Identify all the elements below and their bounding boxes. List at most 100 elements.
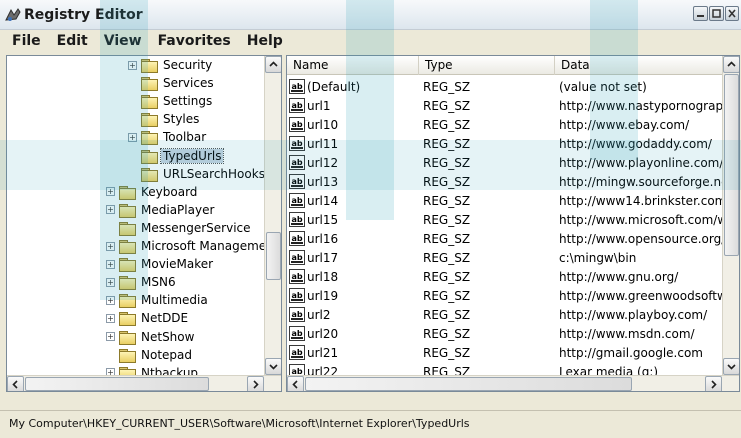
tree-item[interactable]: Services bbox=[128, 74, 216, 92]
folder-icon bbox=[119, 294, 136, 309]
expand-icon[interactable]: + bbox=[106, 332, 115, 341]
scroll-down-button[interactable] bbox=[265, 358, 281, 375]
value-row[interactable]: ab url11 REG_SZ http://www.godaddy.com/ bbox=[287, 134, 722, 153]
tree-item[interactable]: + MSN6 bbox=[106, 273, 178, 291]
scroll-right-button[interactable] bbox=[705, 376, 722, 391]
expand-icon[interactable]: + bbox=[106, 295, 115, 305]
tree-horizontal-scrollbar[interactable] bbox=[7, 375, 281, 391]
tree-item[interactable]: Settings bbox=[128, 92, 214, 110]
value-name: url11 bbox=[307, 136, 339, 151]
chevron-down-icon bbox=[727, 364, 736, 370]
string-value-icon: ab bbox=[289, 174, 305, 189]
folder-icon bbox=[119, 330, 136, 345]
menu-edit[interactable]: Edit bbox=[49, 33, 96, 49]
expand-icon[interactable]: + bbox=[106, 187, 115, 197]
value-data: http://www.playonline.com/ bbox=[559, 155, 722, 170]
folder-icon bbox=[141, 167, 158, 182]
folder-icon bbox=[119, 203, 136, 218]
value-row[interactable]: ab url20 REG_SZ http://www.msdn.com/ bbox=[287, 324, 722, 343]
value-row[interactable]: ab url2 REG_SZ http://www.playboy.com/ bbox=[287, 305, 722, 324]
scroll-left-button[interactable] bbox=[287, 376, 304, 391]
column-header-data[interactable]: Data bbox=[555, 56, 724, 75]
scroll-down-button[interactable] bbox=[723, 358, 739, 375]
value-name: url21 bbox=[307, 345, 339, 360]
menu-view[interactable]: View bbox=[96, 33, 150, 49]
value-row[interactable]: aburl15REG_SZhttp://www.microsoft.com/wi… bbox=[287, 210, 722, 229]
tree-item[interactable]: MessengerService bbox=[106, 219, 253, 237]
minimize-icon bbox=[697, 15, 704, 17]
tree-item[interactable]: + MovieMaker bbox=[106, 255, 215, 273]
tree-item[interactable]: + Toolbar bbox=[128, 128, 208, 146]
expand-icon[interactable]: + bbox=[106, 205, 115, 215]
list-horizontal-scrollbar[interactable] bbox=[287, 375, 739, 391]
scroll-thumb[interactable] bbox=[724, 74, 739, 256]
minimize-button[interactable] bbox=[693, 6, 708, 21]
list-vertical-scrollbar[interactable] bbox=[722, 56, 739, 375]
value-row[interactable]: ab url14 REG_SZ http://www14.brinkster.com/… bbox=[287, 191, 722, 210]
string-value-icon: ab bbox=[289, 231, 305, 246]
chevron-down-icon bbox=[269, 364, 278, 370]
close-button[interactable] bbox=[725, 6, 739, 21]
value-row[interactable]: aburl1REG_SZhttp://www.nastypornography.… bbox=[287, 96, 722, 115]
value-type: REG_SZ bbox=[423, 174, 471, 189]
scroll-left-button[interactable] bbox=[7, 376, 24, 391]
tree-item[interactable]: + NetShow bbox=[106, 328, 196, 346]
scroll-up-button[interactable] bbox=[723, 56, 739, 73]
expand-icon[interactable]: + bbox=[106, 241, 115, 251]
tree-item[interactable]: Styles bbox=[128, 110, 201, 128]
menu-help[interactable]: Help bbox=[239, 33, 291, 49]
tree-item[interactable]: TypedUrls bbox=[128, 147, 225, 165]
column-header-type[interactable]: Type bbox=[419, 56, 555, 75]
tree-item[interactable]: URLSearchHooks bbox=[128, 165, 267, 183]
value-row[interactable]: aburl16REG_SZhttp://www.opensource.org/l… bbox=[287, 229, 722, 248]
scroll-thumb[interactable] bbox=[266, 232, 281, 280]
value-name: url10 bbox=[307, 117, 339, 132]
menu-favorites[interactable]: Favorites bbox=[150, 33, 239, 49]
expand-icon[interactable]: + bbox=[128, 60, 137, 70]
value-row[interactable]: ab url17 REG_SZ c:\mingw\bin bbox=[287, 248, 722, 267]
expand-icon[interactable]: + bbox=[128, 132, 137, 142]
value-name-cell: ab url19 bbox=[287, 288, 423, 303]
value-row[interactable]: ab url13 REG_SZ http://mingw.sourceforge.ne… bbox=[287, 172, 722, 191]
value-row[interactable]: ab url10 REG_SZ http://www.ebay.com/ bbox=[287, 115, 722, 134]
folder-icon bbox=[141, 95, 158, 110]
registry-editor-icon bbox=[5, 8, 21, 21]
tree-item[interactable]: + Keyboard bbox=[106, 183, 199, 201]
value-type: REG_SZ bbox=[423, 326, 471, 341]
tree-vertical-scrollbar[interactable] bbox=[264, 56, 281, 375]
tree-item[interactable]: + MediaPlayer bbox=[106, 201, 216, 219]
value-row[interactable]: ab (Default) REG_SZ (value not set) bbox=[287, 77, 722, 96]
tree-item-label: MovieMaker bbox=[141, 257, 214, 272]
value-row[interactable]: aburl19REG_SZhttp://www.greenwoodsoftwar… bbox=[287, 286, 722, 305]
value-type: REG_SZ bbox=[423, 155, 471, 170]
tree-item[interactable]: + Multimedia bbox=[106, 291, 210, 309]
tree-item[interactable]: + Security bbox=[128, 56, 214, 74]
value-data: http://mingw.sourceforge.net/ bbox=[559, 174, 722, 189]
key-tree[interactable]: + Security Services Settings Styles + Toolbar T… bbox=[6, 55, 282, 392]
close-icon bbox=[728, 9, 736, 18]
scroll-thumb[interactable] bbox=[305, 377, 632, 391]
menu-file[interactable]: File bbox=[4, 33, 49, 49]
values-list[interactable]: Name Type Data ab (Default) REG_SZ (value n… bbox=[286, 55, 740, 392]
value-row[interactable]: ab url18 REG_SZ http://www.gnu.org/ bbox=[287, 267, 722, 286]
expand-icon[interactable]: + bbox=[106, 277, 115, 287]
tree-item[interactable]: + NetDDE bbox=[106, 309, 190, 327]
scroll-thumb[interactable] bbox=[25, 377, 209, 391]
tree-item[interactable]: Notepad bbox=[106, 346, 194, 364]
string-value-icon: ab bbox=[289, 155, 305, 170]
expand-icon[interactable]: + bbox=[106, 259, 115, 269]
column-header-name[interactable]: Name bbox=[287, 56, 419, 75]
value-name-cell: ab url10 bbox=[287, 117, 423, 132]
tree-item[interactable]: + Microsoft Management Console bbox=[106, 237, 281, 255]
tree-item-label: Styles bbox=[163, 112, 200, 127]
scroll-right-button[interactable] bbox=[247, 376, 264, 391]
expand-icon[interactable]: + bbox=[106, 313, 115, 323]
value-data: http://www.msdn.com/ bbox=[559, 326, 695, 341]
value-row[interactable]: ab url21 REG_SZ http://gmail.google.com bbox=[287, 343, 722, 362]
maximize-button[interactable] bbox=[709, 6, 724, 21]
string-value-icon: ab bbox=[289, 288, 305, 303]
value-row[interactable]: ab url12 REG_SZ http://www.playonline.com/ bbox=[287, 153, 722, 172]
string-value-icon: ab bbox=[289, 345, 305, 360]
scroll-up-button[interactable] bbox=[265, 56, 281, 73]
value-data: c:\mingw\bin bbox=[559, 250, 637, 265]
